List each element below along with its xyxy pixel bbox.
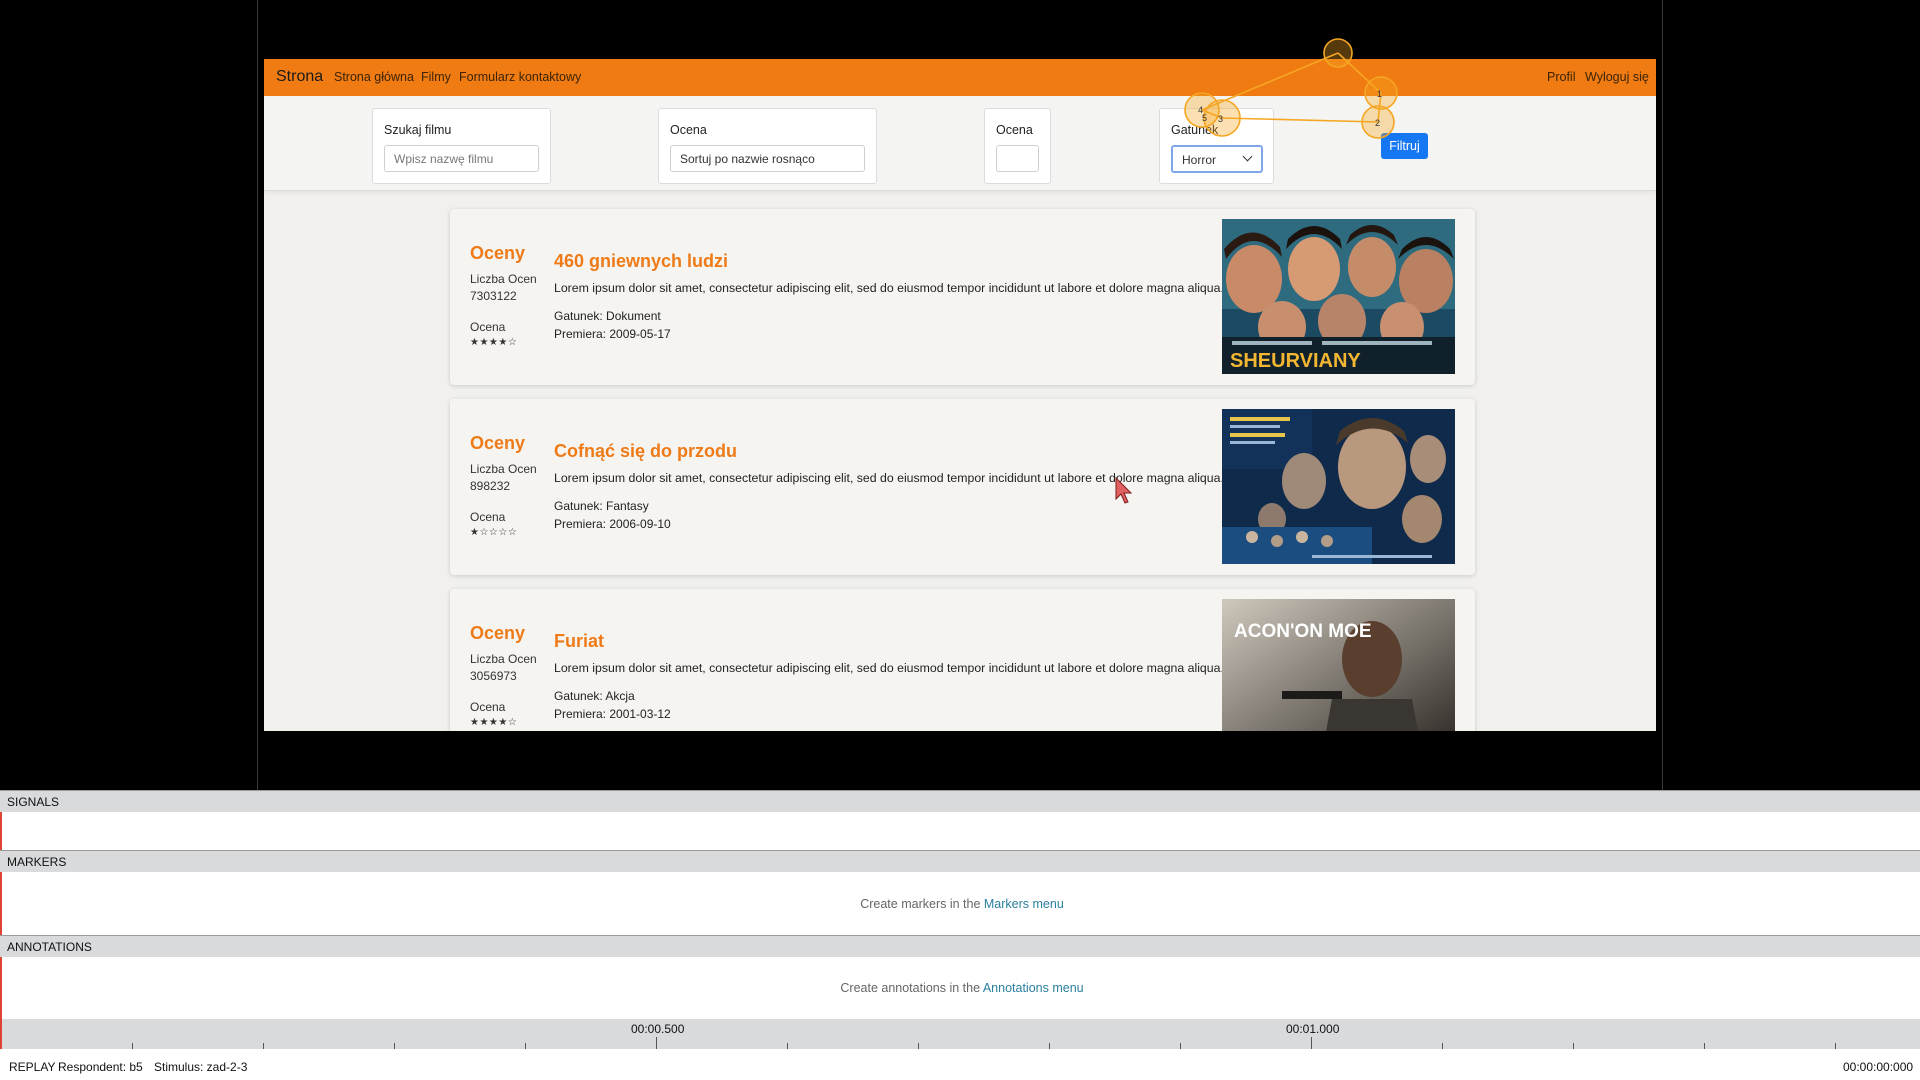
status-bar: REPLAY Respondent: b5 Stimulus: zad-2-3 …	[0, 1049, 1920, 1080]
search-input[interactable]: Wpisz nazwę filmu	[384, 145, 539, 172]
navbar: Strona Strona główna Filmy Formularz kon…	[264, 59, 1656, 96]
movie-poster[interactable]: ACON'ON MOE	[1222, 599, 1455, 731]
movie-description: Lorem ipsum dolor sit amet, consectetur …	[554, 471, 1224, 485]
chevron-down-icon	[1242, 151, 1253, 162]
ratings-heading: Oceny	[470, 243, 526, 263]
search-card: Szukaj filmu Wpisz nazwę filmu	[372, 108, 551, 184]
markers-body: Create markers in the Markers menu	[0, 872, 1920, 935]
movie-poster[interactable]	[1222, 409, 1455, 564]
movie-title[interactable]: Cofnąć się do przodu	[554, 441, 737, 462]
markers-title: MARKERS	[7, 855, 67, 869]
timeline-label: 00:00.500	[631, 1022, 685, 1036]
status-respondent: Respondent: b5	[58, 1060, 143, 1074]
ratings-count-value: 898232	[470, 479, 511, 493]
rating-stars: ★☆☆☆☆	[470, 527, 518, 538]
ratings-count-value: 3056973	[470, 669, 517, 683]
ratings-heading: Oceny	[470, 623, 526, 643]
timeline-tick	[1311, 1037, 1312, 1049]
rating-label: Ocena	[470, 700, 506, 714]
markers-menu-link[interactable]: Markers menu	[984, 897, 1064, 911]
stimulus-viewport: Strona Strona główna Filmy Formularz kon…	[0, 0, 1920, 790]
movie-genre: Gatunek: Akcja	[554, 689, 635, 703]
website-screenshot: Strona Strona główna Filmy Formularz kon…	[264, 59, 1656, 731]
sort-card: Ocena Sortuj po nazwie rosnąco	[658, 108, 877, 184]
movie-genre: Gatunek: Fantasy	[554, 499, 649, 513]
genre-card: Gatunek Horror	[1159, 108, 1274, 184]
rating-input[interactable]	[996, 145, 1039, 172]
status-stimulus: Stimulus: zad-2-3	[154, 1060, 248, 1074]
annotations-msg-text: Create annotations in the	[840, 981, 983, 995]
timeline-label: 00:01.000	[1286, 1022, 1340, 1036]
movie-description: Lorem ipsum dolor sit amet, consectetur …	[554, 281, 1224, 295]
genre-select-value: Horror	[1182, 153, 1217, 167]
nav-link-profile[interactable]: Profil	[1547, 70, 1575, 84]
nav-link-logout[interactable]: Wyloguj się	[1585, 70, 1649, 84]
annotations-body: Create annotations in the Annotations me…	[0, 957, 1920, 1019]
movie-genre: Gatunek: Dokument	[554, 309, 661, 323]
markers-msg-text: Create markers in the	[860, 897, 984, 911]
ratings-count-label: Liczba Ocen	[470, 652, 537, 666]
search-label: Szukaj filmu	[384, 123, 452, 137]
sort-label: Ocena	[670, 123, 707, 137]
annotations-header[interactable]: ANNOTATIONS	[0, 935, 1920, 957]
markers-empty-message: Create markers in the Markers menu	[2, 897, 1920, 911]
filter-button[interactable]: Filtruj	[1381, 133, 1428, 159]
ratings-count-label: Liczba Ocen	[470, 462, 537, 476]
rating-stars: ★★★★☆	[470, 337, 518, 348]
rating-label: Ocena	[470, 510, 506, 524]
ratings-heading: Oceny	[470, 433, 526, 453]
viewport-right-border	[1662, 0, 1663, 790]
poster-title-text: ACON'ON MOE	[1234, 621, 1372, 642]
movie-title[interactable]: 460 gniewnych ludzi	[554, 251, 728, 272]
filter-bar: Szukaj filmu Wpisz nazwę filmu Ocena Sor…	[264, 96, 1656, 191]
rating-card: Ocena	[984, 108, 1051, 184]
signals-header[interactable]: SIGNALS	[0, 790, 1920, 812]
genre-label: Gatunek	[1171, 123, 1219, 137]
signals-title: SIGNALS	[7, 795, 60, 809]
rating-label: Ocena	[470, 320, 506, 334]
timeline-tick	[656, 1037, 657, 1049]
annotations-menu-link[interactable]: Annotations menu	[983, 981, 1084, 995]
annotations-empty-message: Create annotations in the Annotations me…	[2, 981, 1920, 995]
movie-card: Oceny Liczba Ocen 898232 Ocena ★☆☆☆☆ Cof…	[450, 399, 1475, 575]
movie-poster[interactable]: SHEURVIANY	[1222, 219, 1455, 374]
poster-title-text: SHEURVIANY	[1230, 350, 1361, 372]
annotations-title: ANNOTATIONS	[7, 940, 92, 954]
signals-body	[0, 812, 1920, 850]
movie-title[interactable]: Furiat	[554, 631, 604, 652]
ratings-count-value: 7303122	[470, 289, 517, 303]
timeline-ruler[interactable]: 00:00.500 00:01.000	[0, 1019, 1920, 1049]
movie-premiere: Premiera: 2001-03-12	[554, 707, 671, 721]
ratings-count-label: Liczba Ocen	[470, 272, 537, 286]
nav-link-movies[interactable]: Filmy	[421, 70, 451, 84]
markers-header[interactable]: MARKERS	[0, 850, 1920, 872]
rating-label: Ocena	[996, 123, 1033, 137]
movie-premiere: Premiera: 2006-09-10	[554, 517, 671, 531]
movie-description: Lorem ipsum dolor sit amet, consectetur …	[554, 661, 1224, 675]
sort-select[interactable]: Sortuj po nazwie rosnąco	[670, 145, 865, 172]
navbar-brand[interactable]: Strona	[276, 68, 323, 86]
nav-link-contact-form[interactable]: Formularz kontaktowy	[459, 70, 581, 84]
rating-stars: ★★★★☆	[470, 717, 518, 728]
viewport-left-border	[257, 0, 258, 790]
movie-card: Oceny Liczba Ocen 7303122 Ocena ★★★★☆ 46…	[450, 209, 1475, 385]
status-time: 00:00:00:000	[1843, 1060, 1914, 1074]
movie-card: Oceny Liczba Ocen 3056973 Ocena ★★★★☆ Fu…	[450, 589, 1475, 731]
genre-select[interactable]: Horror	[1171, 145, 1263, 173]
status-mode: REPLAY	[9, 1060, 56, 1074]
movie-premiere: Premiera: 2009-05-17	[554, 327, 671, 341]
nav-link-home[interactable]: Strona główna	[334, 70, 414, 84]
